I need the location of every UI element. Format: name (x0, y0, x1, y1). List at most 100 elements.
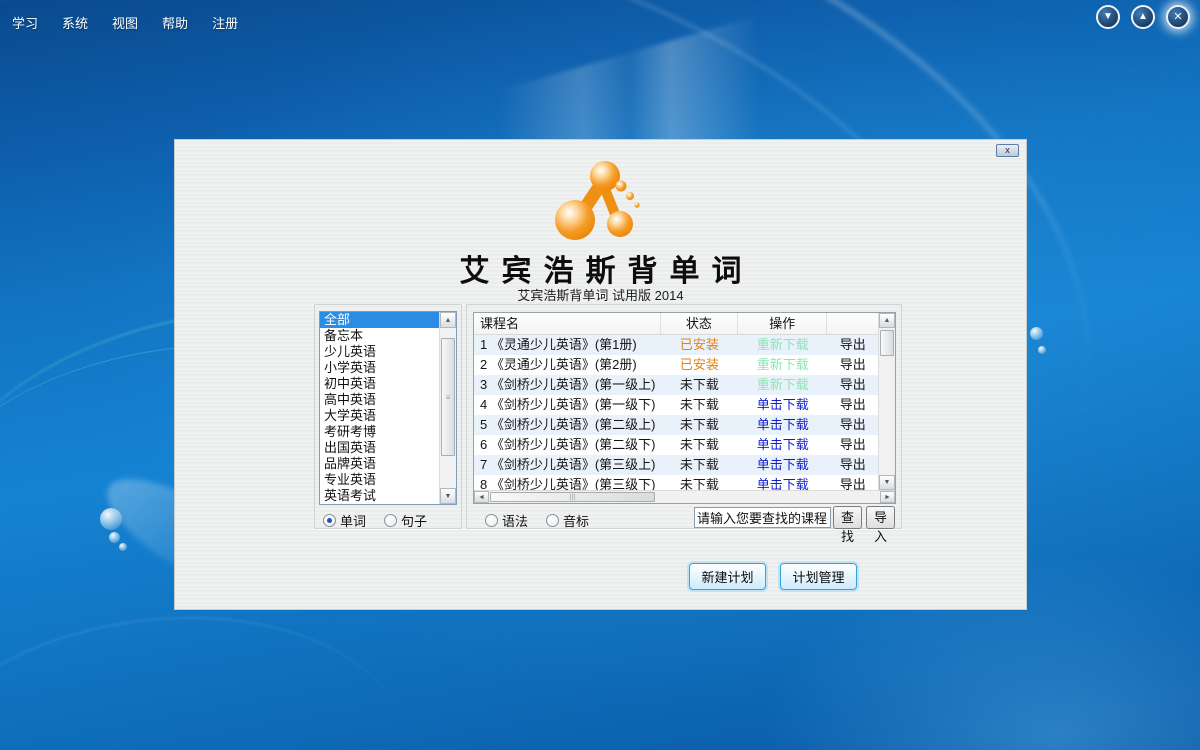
course-export-link[interactable]: 导出 (827, 415, 878, 435)
menu-item-system[interactable]: 系统 (62, 13, 88, 32)
menu-item-help[interactable]: 帮助 (162, 13, 188, 32)
triangle-down-icon: ▼ (1103, 11, 1113, 22)
course-manager-dialog: x 艾宾浩斯背单词 艾宾浩斯背单词 试用版 2014 全部 备忘本 少儿英语 小… (174, 139, 1027, 610)
course-action-link[interactable]: 单击下载 (738, 415, 827, 435)
menu-item-view[interactable]: 视图 (112, 13, 138, 32)
plan-manage-button[interactable]: 计划管理 (780, 563, 857, 590)
course-export-link[interactable]: 导出 (827, 375, 878, 395)
course-action-link[interactable]: 重新下载 (738, 355, 827, 375)
course-action-link[interactable]: 单击下载 (738, 475, 827, 490)
course-status: 未下载 (679, 397, 719, 412)
category-item[interactable]: 考研考博 (320, 424, 439, 440)
course-name: 7 《剑桥少儿英语》(第三级上) (480, 457, 656, 472)
course-action-link[interactable]: 重新下载 (738, 375, 827, 395)
course-status: 未下载 (679, 417, 719, 432)
course-action-link[interactable]: 单击下载 (738, 455, 827, 475)
scroll-down-button[interactable]: ▼ (440, 488, 456, 504)
table-hscrollbar[interactable]: ◄ ||| ► (474, 490, 895, 503)
radio-icon[interactable] (384, 514, 398, 527)
app-title: 艾宾浩斯背单词 (459, 255, 754, 288)
new-plan-button[interactable]: 新建计划 (689, 563, 766, 590)
category-item[interactable]: 大学英语 (320, 408, 439, 424)
word-mode-option[interactable]: 单词 (323, 511, 366, 530)
scrollbar-thumb[interactable]: ≡ (441, 338, 455, 456)
course-group: 课程名 状态 操作 1 《灵通少儿英语》(第1册) 已安装 重新下载 导出 2 《灵通少… (466, 304, 902, 544)
category-item[interactable]: 出国英语 (320, 440, 439, 456)
table-header: 课程名 状态 操作 (474, 313, 878, 335)
app-subtitle: 艾宾浩斯背单词 试用版 2014 (517, 288, 684, 303)
course-name: 3 《剑桥少儿英语》(第一级上) (480, 377, 656, 392)
radio-icon[interactable] (485, 514, 498, 527)
import-button[interactable]: 导入 (866, 506, 895, 544)
category-group: 全部 备忘本 少儿英语 小学英语 初中英语 高中英语 大学英语 考研考博 出国英语 品牌英语 专业英… (314, 304, 462, 529)
course-status: 未下载 (679, 477, 719, 490)
extra-mode-option[interactable]: 音标 (546, 511, 589, 530)
course-export-link[interactable]: 导出 (827, 455, 878, 475)
course-status: 未下载 (679, 377, 719, 392)
course-status: 已安装 (679, 337, 719, 352)
course-action-link[interactable]: 单击下载 (738, 395, 827, 415)
course-table: 课程名 状态 操作 1 《灵通少儿英语》(第1册) 已安装 重新下载 导出 2 《灵通少… (473, 312, 896, 504)
find-button[interactable]: 查找 (833, 506, 862, 544)
course-export-link[interactable]: 导出 (827, 435, 878, 455)
word-mode-option[interactable]: 句子 (384, 511, 427, 530)
category-item[interactable]: 英语考试 (320, 488, 439, 504)
scrollbar-thumb[interactable]: ||| (490, 492, 655, 502)
category-scrollbar[interactable]: ▲ ≡ ▼ (439, 312, 456, 504)
scrollbar-thumb[interactable] (880, 330, 894, 356)
extra-mode-option[interactable]: 语法 (485, 511, 528, 530)
column-header-extra (827, 313, 878, 334)
category-item[interactable]: 初中英语 (320, 376, 439, 392)
minimize-button[interactable]: ▼ (1096, 5, 1120, 29)
radio-icon[interactable] (323, 514, 336, 527)
bubble (1038, 346, 1046, 354)
course-row: 7 《剑桥少儿英语》(第三级上) 未下载 单击下载 导出 (474, 455, 878, 475)
desktop-background: 学习 系统 视图 帮助 注册 ▼ ▲ ✕ x 艾宾浩斯背单词 艾宾浩斯背单词 试… (0, 0, 1200, 750)
bubble (100, 508, 122, 530)
category-item[interactable]: 专业英语 (320, 472, 439, 488)
category-item[interactable]: 少儿英语 (320, 344, 439, 360)
course-row: 8 《剑桥少儿英语》(第三级下) 未下载 单击下载 导出 (474, 475, 878, 490)
menu-item-register[interactable]: 注册 (212, 13, 238, 32)
course-status: 未下载 (679, 457, 719, 472)
course-row: 3 《剑桥少儿英语》(第一级上) 未下载 重新下载 导出 (474, 375, 878, 395)
radio-icon[interactable] (546, 514, 560, 527)
scroll-down-button[interactable]: ▼ (879, 475, 895, 490)
table-vscrollbar[interactable]: ▲ ▼ (878, 313, 895, 490)
course-name: 4 《剑桥少儿英语》(第一级下) (480, 397, 656, 412)
window-controls: ▼ ▲ ✕ (1096, 5, 1190, 29)
category-item[interactable]: 高中英语 (320, 392, 439, 408)
word-mode-label: 单词 (340, 514, 367, 529)
scroll-left-button[interactable]: ◄ (474, 491, 489, 503)
category-listbox[interactable]: 全部 备忘本 少儿英语 小学英语 初中英语 高中英语 大学英语 考研考博 出国英语 品牌英语 专业英… (319, 311, 457, 505)
category-item[interactable]: 小学英语 (320, 360, 439, 376)
scroll-up-button[interactable]: ▲ (440, 312, 456, 328)
restore-button[interactable]: ▲ (1131, 5, 1155, 29)
course-export-link[interactable]: 导出 (827, 355, 878, 375)
course-name: 2 《灵通少儿英语》(第2册) (480, 357, 637, 372)
scroll-up-button[interactable]: ▲ (879, 313, 895, 328)
triangle-up-icon: ▲ (1138, 11, 1148, 22)
extra-mode-label: 音标 (563, 514, 590, 529)
close-button[interactable]: ✕ (1166, 5, 1190, 29)
category-item[interactable]: 全部 (320, 312, 439, 328)
category-item[interactable]: 备忘本 (320, 328, 439, 344)
course-row: 6 《剑桥少儿英语》(第二级下) 未下载 单击下载 导出 (474, 435, 878, 455)
course-action-link[interactable]: 单击下载 (738, 435, 827, 455)
course-action-link[interactable]: 重新下载 (738, 335, 827, 355)
course-row: 4 《剑桥少儿英语》(第一级下) 未下载 单击下载 导出 (474, 395, 878, 415)
course-export-link[interactable]: 导出 (827, 395, 878, 415)
course-search-input[interactable] (694, 507, 831, 528)
course-status: 未下载 (679, 437, 719, 452)
dialog-close-button[interactable]: x (996, 144, 1019, 157)
menu-bar: 学习 系统 视图 帮助 注册 (12, 13, 238, 32)
course-export-link[interactable]: 导出 (827, 475, 878, 490)
bubble (119, 543, 127, 551)
course-row: 2 《灵通少儿英语》(第2册) 已安装 重新下载 导出 (474, 355, 878, 375)
course-export-link[interactable]: 导出 (827, 335, 878, 355)
word-mode-radios: 单词 句子 (323, 511, 427, 530)
scroll-right-button[interactable]: ► (880, 491, 895, 503)
course-name: 8 《剑桥少儿英语》(第三级下) (480, 477, 656, 490)
menu-item-study[interactable]: 学习 (12, 13, 38, 32)
category-item[interactable]: 品牌英语 (320, 456, 439, 472)
